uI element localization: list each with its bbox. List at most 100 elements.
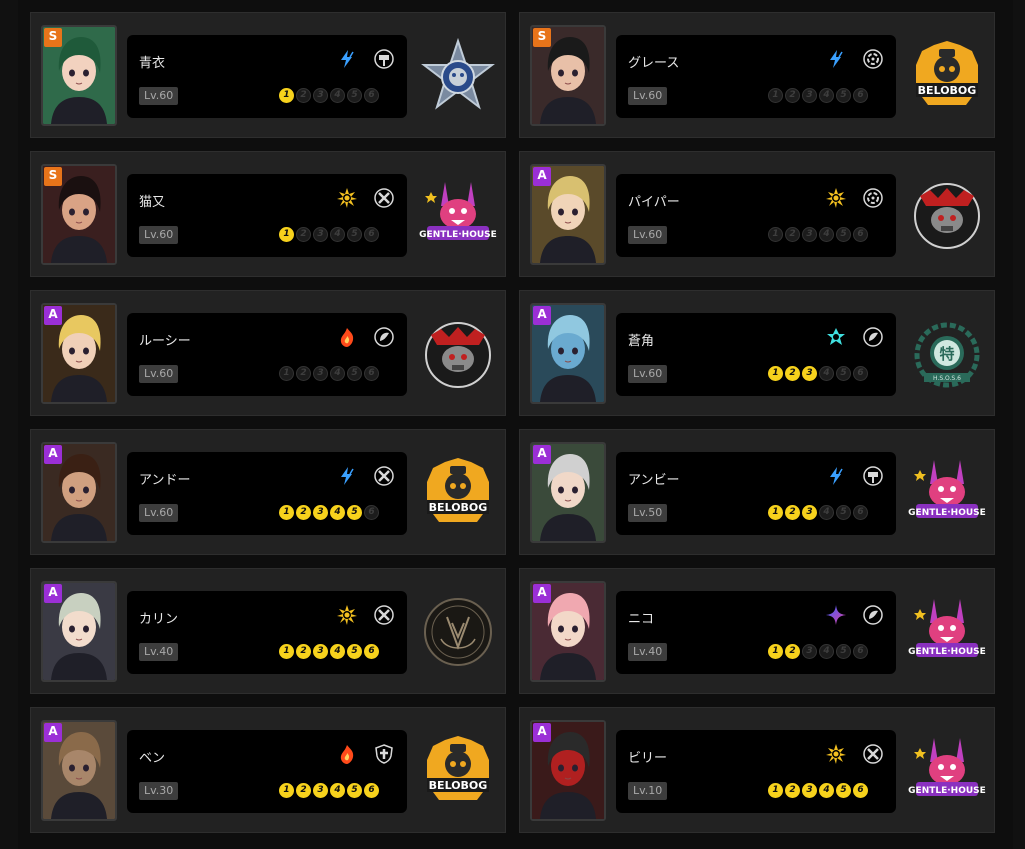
cinema-level-3: 3 <box>313 783 328 798</box>
cinema-level-1: 1 <box>279 783 294 798</box>
agent-info-panel: パイパー Lv.60 1 2 3 4 5 6 <box>616 174 896 257</box>
cinema-level-4: 4 <box>330 366 345 381</box>
agent-card[interactable]: A ルーシー Lv.60 1 2 3 4 5 6 <box>30 290 506 416</box>
hsos6-faction: 特 H.S.O.S.6 <box>908 315 986 393</box>
agent-level: Lv.50 <box>628 504 668 522</box>
agent-card[interactable]: S グレース Lv.60 1 2 3 4 5 6 BELOBOG <box>519 12 995 138</box>
support-icon <box>373 326 395 348</box>
rank-badge: A <box>44 306 62 325</box>
agent-portrait: A <box>530 442 606 543</box>
cinema-level-6: 6 <box>364 366 379 381</box>
cinema-level-6: 6 <box>364 88 379 103</box>
cinema-level-5: 5 <box>836 366 851 381</box>
belobog-faction: BELOBOG <box>908 37 986 115</box>
agent-info-panel: 蒼角 Lv.60 1 2 3 4 5 6 <box>616 313 896 396</box>
cinema-level-2: 2 <box>296 505 311 520</box>
agent-info-panel: 猫又 Lv.60 1 2 3 4 5 6 <box>127 174 407 257</box>
agent-info-panel: ベン Lv.30 1 2 3 4 5 6 <box>127 730 407 813</box>
agent-name: アンドー <box>139 473 191 488</box>
electric-icon <box>336 465 358 487</box>
cinema-level-3: 3 <box>802 505 817 520</box>
agent-card[interactable]: S 猫又 Lv.60 1 2 3 4 5 6 GENTLE·HOUSE <box>30 151 506 277</box>
agent-card[interactable]: S 青衣 Lv.60 1 2 3 4 5 6 <box>30 12 506 138</box>
cinema-level-6: 6 <box>853 644 868 659</box>
victoria-faction <box>419 593 497 671</box>
agent-name: グレース <box>628 56 680 71</box>
gentle-house-faction: GENTLE·HOUSE <box>908 593 986 671</box>
cinema-level-5: 5 <box>836 227 851 242</box>
agent-portrait: A <box>41 581 117 682</box>
agent-portrait: A <box>41 720 117 821</box>
mindscape-cinema-row: 123456 <box>279 227 379 242</box>
attack-icon <box>862 743 884 765</box>
cinema-level-4: 4 <box>819 505 834 520</box>
cinema-level-3: 3 <box>802 366 817 381</box>
cinema-level-1: 1 <box>768 366 783 381</box>
agent-card[interactable]: A ニコ Lv.40 1 2 3 4 5 6 GENTLE·HOUSE <box>519 568 995 694</box>
agent-card[interactable]: A アンビー Lv.50 1 2 3 4 5 6 GENTLE·HOUSE <box>519 429 995 555</box>
agent-level: Lv.60 <box>628 87 668 105</box>
agent-card[interactable]: A パイパー Lv.60 1 2 3 4 5 6 <box>519 151 995 277</box>
agent-card[interactable]: A ビリー Lv.10 1 2 3 4 5 6 GENTLE·HOUSE <box>519 707 995 833</box>
rank-badge: A <box>533 306 551 325</box>
agent-card[interactable]: A 蒼角 Lv.60 1 2 3 4 5 6 特 H.S.O.S.6 <box>519 290 995 416</box>
mindscape-cinema-row: 123456 <box>279 366 379 381</box>
cinema-level-4: 4 <box>330 783 345 798</box>
cinema-level-3: 3 <box>313 88 328 103</box>
agent-portrait: A <box>530 303 606 404</box>
electric-icon <box>825 465 847 487</box>
svg-text:H.S.O.S.6: H.S.O.S.6 <box>933 375 961 382</box>
agent-card[interactable]: A アンドー Lv.60 1 2 3 4 5 6 BELOBOG <box>30 429 506 555</box>
agent-portrait: S <box>530 25 606 126</box>
agent-name: パイパー <box>628 195 680 210</box>
fire-icon <box>336 326 358 348</box>
agent-level: Lv.60 <box>139 226 179 244</box>
cinema-level-1: 1 <box>768 505 783 520</box>
agent-level: Lv.40 <box>139 643 179 661</box>
mindscape-cinema-row: 123456 <box>768 505 868 520</box>
agent-name: 蒼角 <box>628 334 655 349</box>
physical-icon <box>336 187 358 209</box>
svg-text:GENTLE·HOUSE: GENTLE·HOUSE <box>908 508 986 518</box>
mindscape-cinema-row: 123456 <box>279 783 379 798</box>
agent-name: ベン <box>139 751 166 766</box>
cinema-level-4: 4 <box>819 644 834 659</box>
agent-info-panel: アンビー Lv.50 1 2 3 4 5 6 <box>616 452 896 535</box>
cinema-level-5: 5 <box>347 227 362 242</box>
stun-icon <box>862 465 884 487</box>
rank-badge: S <box>533 28 551 47</box>
cinema-level-6: 6 <box>364 227 379 242</box>
cinema-level-1: 1 <box>768 88 783 103</box>
agent-card[interactable]: A カリン Lv.40 1 2 3 4 5 6 <box>30 568 506 694</box>
belobog-faction: BELOBOG <box>419 454 497 532</box>
agent-info-panel: ニコ Lv.40 1 2 3 4 5 6 <box>616 591 896 674</box>
agent-name: ルーシー <box>139 334 191 349</box>
agent-card[interactable]: A ベン Lv.30 1 2 3 4 5 6 BELOBOG <box>30 707 506 833</box>
rank-badge: A <box>44 723 62 742</box>
agent-level: Lv.60 <box>628 226 668 244</box>
cinema-level-2: 2 <box>785 366 800 381</box>
cinema-level-5: 5 <box>836 783 851 798</box>
physical-icon <box>825 743 847 765</box>
cinema-level-1: 1 <box>768 783 783 798</box>
mindscape-cinema-row: 123456 <box>768 366 868 381</box>
attack-icon <box>373 604 395 626</box>
defense-icon <box>373 743 395 765</box>
cinema-level-5: 5 <box>347 644 362 659</box>
agent-name: ビリー <box>628 751 668 766</box>
anomaly-icon <box>862 48 884 70</box>
cinema-level-4: 4 <box>330 505 345 520</box>
sons-of-calydon-faction <box>419 315 497 393</box>
agent-info-panel: カリン Lv.40 1 2 3 4 5 6 <box>127 591 407 674</box>
cinema-level-1: 1 <box>768 644 783 659</box>
rank-badge: A <box>533 584 551 603</box>
cinema-level-6: 6 <box>364 644 379 659</box>
cinema-level-1: 1 <box>279 644 294 659</box>
cinema-level-2: 2 <box>296 227 311 242</box>
cinema-level-6: 6 <box>364 783 379 798</box>
rank-badge: A <box>533 723 551 742</box>
cinema-level-5: 5 <box>347 505 362 520</box>
cinema-level-4: 4 <box>819 88 834 103</box>
mindscape-cinema-row: 123456 <box>279 644 379 659</box>
cinema-level-1: 1 <box>279 88 294 103</box>
